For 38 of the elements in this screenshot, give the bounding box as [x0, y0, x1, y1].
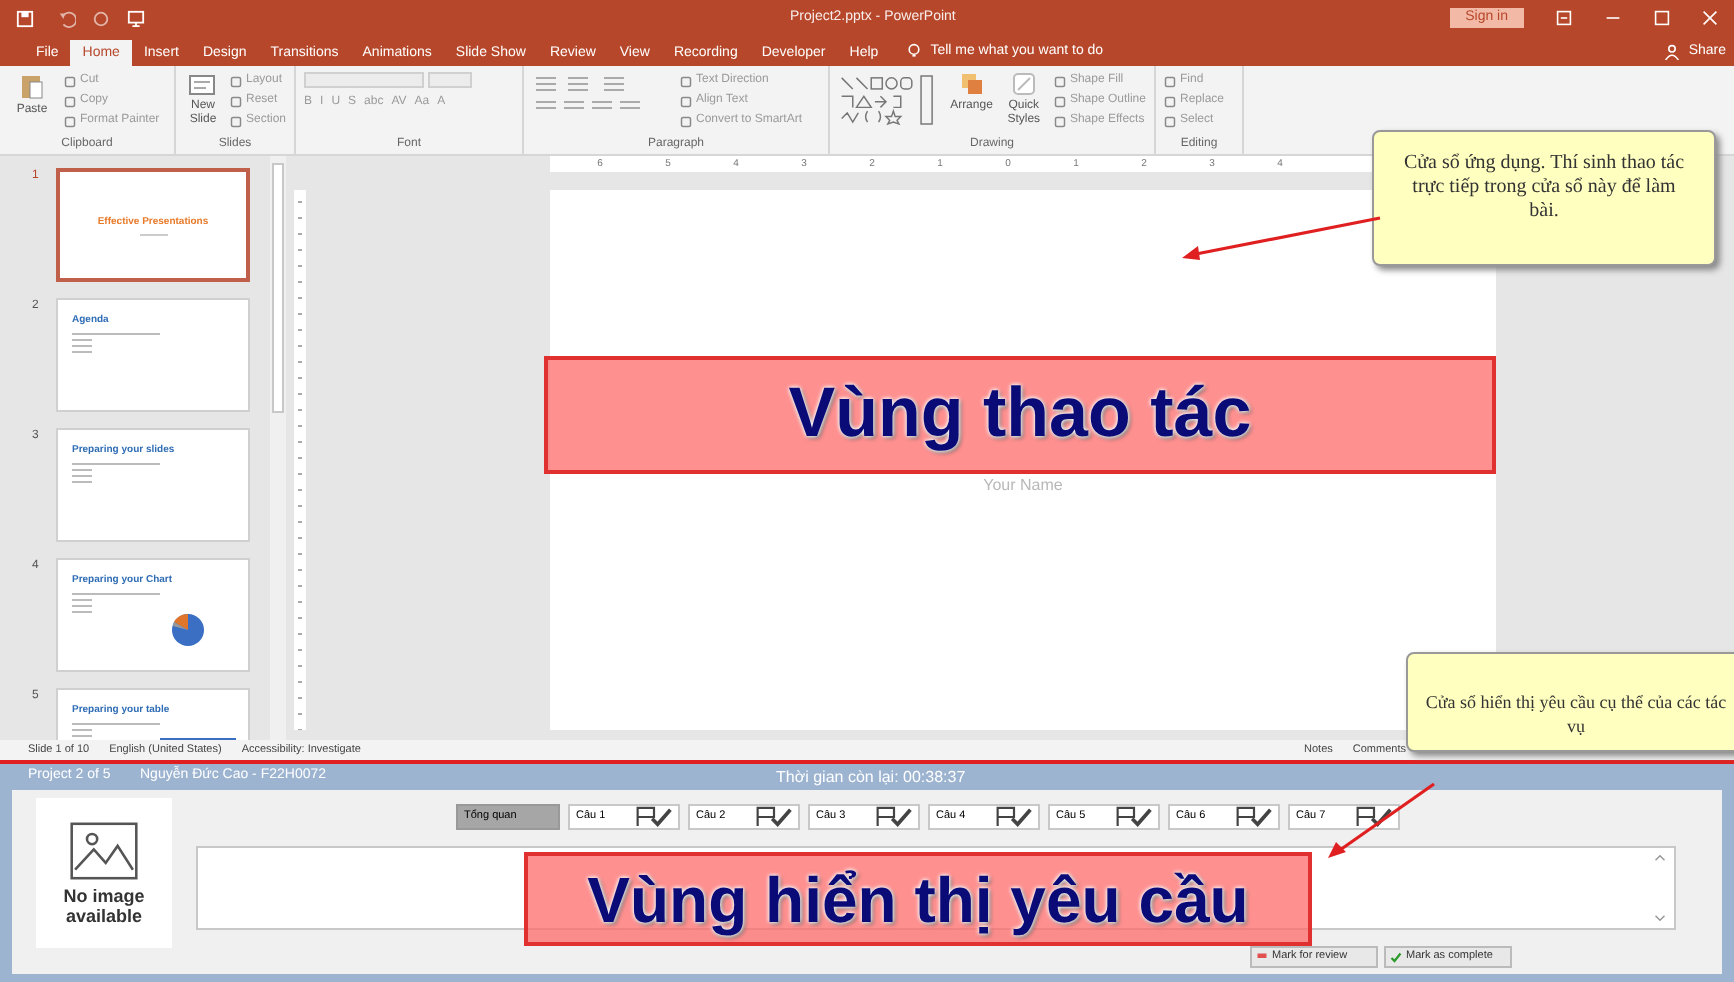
- subtitle-line: [139, 233, 167, 235]
- new-slide-icon: [188, 72, 217, 96]
- slide-subtitle: Your Name: [983, 474, 1063, 498]
- arrange-icon: [959, 72, 984, 96]
- pointer-arrow: [1328, 782, 1435, 858]
- flag-check-icon: [1354, 806, 1394, 828]
- clipboard-icon: [20, 72, 44, 100]
- callout-note: Cửa sổ hiển thị yêu cầu cụ thể của các tác vụ: [1406, 652, 1734, 752]
- scroll-down-icon[interactable]: [1654, 914, 1666, 922]
- redo-icon[interactable]: [92, 9, 110, 27]
- ribbon-display-icon[interactable]: [1556, 10, 1572, 26]
- pie-chart-drawing: [168, 608, 208, 652]
- save-icon[interactable]: [16, 9, 34, 27]
- font-name-field[interactable]: [304, 72, 424, 88]
- placeholder-text: No image available: [61, 885, 147, 925]
- flag-check-icon: [1234, 806, 1274, 828]
- check-icon: [1390, 951, 1402, 963]
- flag-check-icon: [994, 806, 1034, 828]
- presenter-icon[interactable]: [126, 9, 146, 27]
- scrollbar[interactable]: [270, 156, 286, 740]
- flag-check-icon: [1114, 806, 1154, 828]
- close-icon[interactable]: [1702, 10, 1718, 26]
- image-icon: [70, 821, 138, 879]
- callout-note: Cửa sổ ứng dụng. Thí sinh thao tác trực tiếp trong cửa sổ này để làm bài.: [1372, 130, 1716, 266]
- font-size-field[interactable]: [428, 72, 472, 88]
- flag-icon: [1256, 951, 1268, 963]
- person-icon: [1664, 43, 1681, 60]
- region-label: Vùng thao tác: [544, 356, 1496, 474]
- lightbulb-icon: [906, 42, 923, 60]
- flag-check-icon: [754, 806, 794, 828]
- timer: Thời gian còn lại: 00:38:37: [776, 765, 966, 789]
- maximize-icon[interactable]: [1654, 10, 1670, 26]
- flag-check-icon: [874, 806, 914, 828]
- flag-check-icon: [634, 806, 674, 828]
- scroll-up-icon[interactable]: [1654, 854, 1666, 862]
- region-label: Vùng hiển thị yêu cầu: [524, 852, 1312, 946]
- undo-icon[interactable]: [58, 9, 76, 27]
- quick-styles-icon: [1011, 72, 1036, 96]
